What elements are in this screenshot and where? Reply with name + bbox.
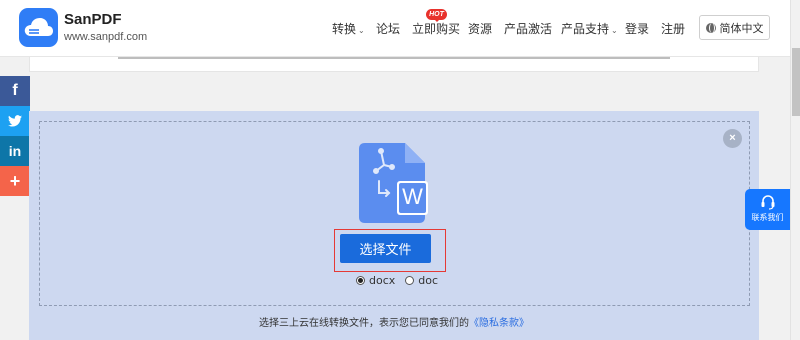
brand-url: www.sanpdf.com: [64, 31, 148, 43]
upload-zone[interactable]: × W 选择文件 docx doc 选择三上云在线转换文件，表示您已同意我们的《…: [29, 111, 759, 340]
scrollbar-thumb[interactable]: [792, 48, 800, 116]
privacy-notice: 选择三上云在线转换文件，表示您已同意我们的《隐私条款》: [29, 314, 759, 329]
twitter-share-button[interactable]: [0, 106, 30, 136]
plus-icon: +: [9, 170, 21, 191]
doc-radio[interactable]: [405, 276, 415, 285]
nav-buy-now[interactable]: 立即购买: [412, 20, 460, 37]
nav-resources[interactable]: 资源: [468, 20, 492, 37]
linkedin-icon: in: [8, 143, 22, 159]
nav-forum[interactable]: 论坛: [376, 20, 400, 37]
nav-convert-label: 转换: [332, 22, 357, 36]
more-share-button[interactable]: +: [0, 166, 30, 196]
privacy-notice-text: 选择三上云在线转换文件，表示您已同意我们的: [259, 318, 469, 329]
choose-file-highlight: 选择文件: [334, 229, 446, 272]
nav-activation-label: 产品激活: [504, 22, 553, 36]
docx-label[interactable]: docx: [369, 274, 395, 287]
nav-login[interactable]: 登录: [625, 20, 649, 37]
contact-us-label: 联系我们: [751, 213, 784, 222]
nav-resources-label: 资源: [468, 22, 493, 36]
format-options: docx doc: [356, 274, 448, 287]
hot-badge: HOT: [426, 9, 447, 22]
nav-buy-now-label: 立即购买: [412, 22, 461, 36]
globe-icon: [705, 22, 716, 33]
contact-us-button[interactable]: 联系我们: [745, 189, 790, 230]
close-icon[interactable]: ×: [723, 129, 742, 148]
content-card-top: [29, 57, 759, 72]
nav-activation[interactable]: 产品激活: [504, 20, 552, 37]
facebook-icon: f: [12, 82, 18, 99]
twitter-icon: [8, 115, 22, 127]
facebook-share-button[interactable]: f: [0, 76, 30, 106]
headset-icon: [761, 195, 774, 210]
language-label: 简体中文: [719, 21, 764, 35]
word-badge: W: [402, 184, 423, 209]
chevron-down-icon: ⌄: [611, 26, 618, 35]
linkedin-share-button[interactable]: in: [0, 136, 30, 166]
nav-support-label: 产品支持: [561, 22, 610, 36]
language-selector[interactable]: 简体中文: [699, 15, 770, 40]
nav-forum-label: 论坛: [376, 22, 401, 36]
nav-convert[interactable]: 转换 ⌄: [332, 20, 365, 37]
choose-file-button[interactable]: 选择文件: [340, 234, 431, 263]
divider: [118, 57, 670, 59]
nav-register-label: 注册: [661, 22, 686, 36]
chevron-down-icon: ⌄: [358, 26, 365, 35]
page-scrollbar[interactable]: [790, 0, 800, 340]
nav-login-label: 登录: [625, 22, 650, 36]
brand-name[interactable]: SanPDF: [64, 11, 122, 28]
sanpdf-logo-icon[interactable]: [19, 8, 58, 47]
doc-label[interactable]: doc: [418, 274, 438, 287]
nav-support[interactable]: 产品支持 ⌄: [561, 20, 618, 37]
site-header: SanPDF www.sanpdf.com 转换 ⌄ 论坛 HOT 立即购买 资源…: [0, 0, 790, 57]
privacy-policy-link[interactable]: 《隐私条款》: [469, 318, 529, 329]
docx-radio[interactable]: [356, 276, 365, 285]
nav-register[interactable]: 注册: [661, 20, 685, 37]
